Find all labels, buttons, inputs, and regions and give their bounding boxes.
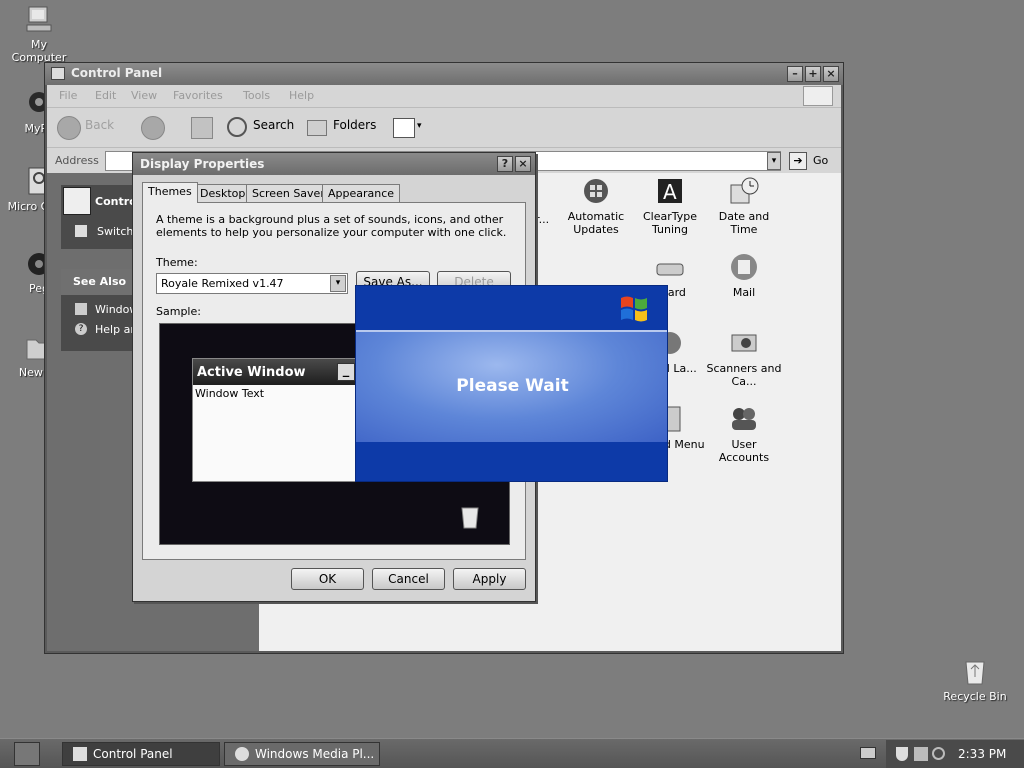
sample-label: Sample: (156, 305, 201, 318)
chevron-down-icon[interactable]: ▾ (417, 121, 422, 131)
sample-active-window: Active Window _ Window Text (192, 358, 362, 482)
mail-icon (728, 251, 760, 283)
help-button[interactable]: ? (497, 156, 513, 172)
svg-text:A: A (663, 180, 677, 204)
computer-icon (23, 4, 55, 36)
help-icon: ? (75, 323, 87, 335)
close-button[interactable]: × (515, 156, 531, 172)
please-wait-text: Please Wait (456, 376, 569, 396)
system-tray: 2:33 PM (886, 740, 1024, 768)
toolbar: Back Search Folders ▾ (47, 107, 841, 147)
folders-icon[interactable] (307, 120, 327, 136)
folders-button[interactable]: Folders (333, 118, 376, 132)
theme-label: Theme: (156, 256, 198, 269)
start-button[interactable] (14, 742, 40, 766)
tab-appearance[interactable]: Appearance (322, 184, 401, 202)
up-folder-icon[interactable] (191, 117, 213, 139)
sample-window-text: Window Text (195, 387, 265, 400)
taskbar: Control Panel Windows Media Pl... 2:33 P… (0, 738, 1024, 768)
windows-logo-icon (803, 86, 833, 106)
control-panel-window-icon (51, 67, 65, 80)
cp-item-cleartype-tuning[interactable]: A ClearType Tuning (631, 175, 709, 236)
please-wait-dialog: Please Wait (355, 285, 668, 482)
minimize-icon: _ (337, 363, 355, 381)
chevron-down-icon[interactable]: ▾ (330, 275, 346, 292)
theme-description: A theme is a background plus a set of so… (156, 213, 507, 239)
cp-item-date-and-time[interactable]: Date and Time (705, 175, 783, 236)
apply-button[interactable]: Apply (453, 568, 526, 590)
scanner-icon (728, 327, 760, 359)
menu-file[interactable]: File (59, 89, 77, 102)
clock[interactable]: 2:33 PM (958, 747, 1006, 761)
control-panel-icon (63, 187, 91, 215)
cleartype-icon: A (654, 175, 686, 207)
control-panel-header: Contro (95, 195, 137, 208)
menu-view[interactable]: View (131, 89, 157, 102)
cancel-button[interactable]: Cancel (372, 568, 445, 590)
desktop-icon-recycle-bin[interactable]: Recycle Bin (940, 656, 1010, 703)
tray-search-icon[interactable] (932, 747, 945, 760)
desktop-icon-label: My Computer (11, 38, 67, 64)
windows-logo-icon (618, 292, 652, 322)
theme-select-value: Royale Remixed v1.47 (161, 277, 284, 290)
menu-tools[interactable]: Tools (243, 89, 270, 102)
cp-item-mail[interactable]: Mail (705, 251, 783, 299)
address-label: Address (55, 154, 99, 167)
clock-icon (728, 175, 760, 207)
cp-item-user-accounts[interactable]: User Accounts (705, 403, 783, 464)
back-icon[interactable] (57, 116, 81, 140)
ok-button[interactable]: OK (291, 568, 364, 590)
window-title: Control Panel (71, 66, 163, 80)
security-shield-icon[interactable] (896, 747, 908, 761)
desktop-icon-my-computer[interactable]: My Computer (4, 4, 74, 64)
tab-desktop[interactable]: Desktop (194, 184, 252, 202)
taskbar-item-windows-media-player[interactable]: Windows Media Pl... (224, 742, 380, 766)
control-panel-icon (73, 747, 87, 761)
help-link[interactable]: Help an (95, 323, 137, 336)
address-dropdown-button[interactable]: ▾ (767, 152, 781, 170)
recycle-bin-icon (959, 656, 991, 688)
search-button[interactable]: Search (253, 118, 294, 132)
desktop-icon-label: Recycle Bin (943, 690, 1007, 703)
media-player-icon (235, 747, 249, 761)
keyboard-icon (654, 251, 686, 283)
close-button[interactable]: × (823, 66, 839, 82)
dialog-title: Display Properties (140, 157, 265, 171)
views-icon[interactable] (393, 118, 415, 138)
back-button[interactable]: Back (85, 118, 114, 132)
go-button[interactable]: Go (813, 154, 828, 167)
sample-window-title: Active Window (197, 365, 306, 380)
cp-item-scanners-cameras[interactable]: Scanners and Ca... (705, 327, 783, 388)
maximize-button[interactable]: + (805, 66, 821, 82)
menu-edit[interactable]: Edit (95, 89, 116, 102)
display-properties-titlebar[interactable]: Display Properties ? × (133, 153, 535, 175)
control-panel-titlebar[interactable]: Control Panel – + × (45, 63, 843, 85)
windows-update-icon (580, 175, 612, 207)
please-wait-panel: Please Wait (356, 330, 667, 442)
menu-favorites[interactable]: Favorites (173, 89, 223, 102)
menu-bar: File Edit View Favorites Tools Help (47, 85, 841, 107)
minimize-button[interactable]: – (787, 66, 803, 82)
windows-update-icon (75, 303, 87, 315)
keyboard-icon[interactable] (860, 747, 876, 759)
sample-titlebar: Active Window _ (193, 359, 361, 385)
tray-recycle-icon[interactable] (914, 747, 928, 761)
recycle-bin-icon (458, 504, 482, 530)
go-arrow-icon[interactable]: ➔ (789, 152, 807, 170)
switch-view-icon (75, 225, 87, 237)
users-icon (728, 403, 760, 435)
forward-icon[interactable] (141, 116, 165, 140)
theme-select[interactable]: Royale Remixed v1.47 ▾ (156, 273, 348, 294)
search-icon[interactable] (227, 117, 247, 137)
menu-help[interactable]: Help (289, 89, 314, 102)
cp-item-automatic-updates[interactable]: Automatic Updates (557, 175, 635, 236)
tab-themes[interactable]: Themes (142, 182, 198, 203)
tab-screen-saver[interactable]: Screen Saver (246, 184, 331, 202)
taskbar-item-control-panel[interactable]: Control Panel (62, 742, 220, 766)
